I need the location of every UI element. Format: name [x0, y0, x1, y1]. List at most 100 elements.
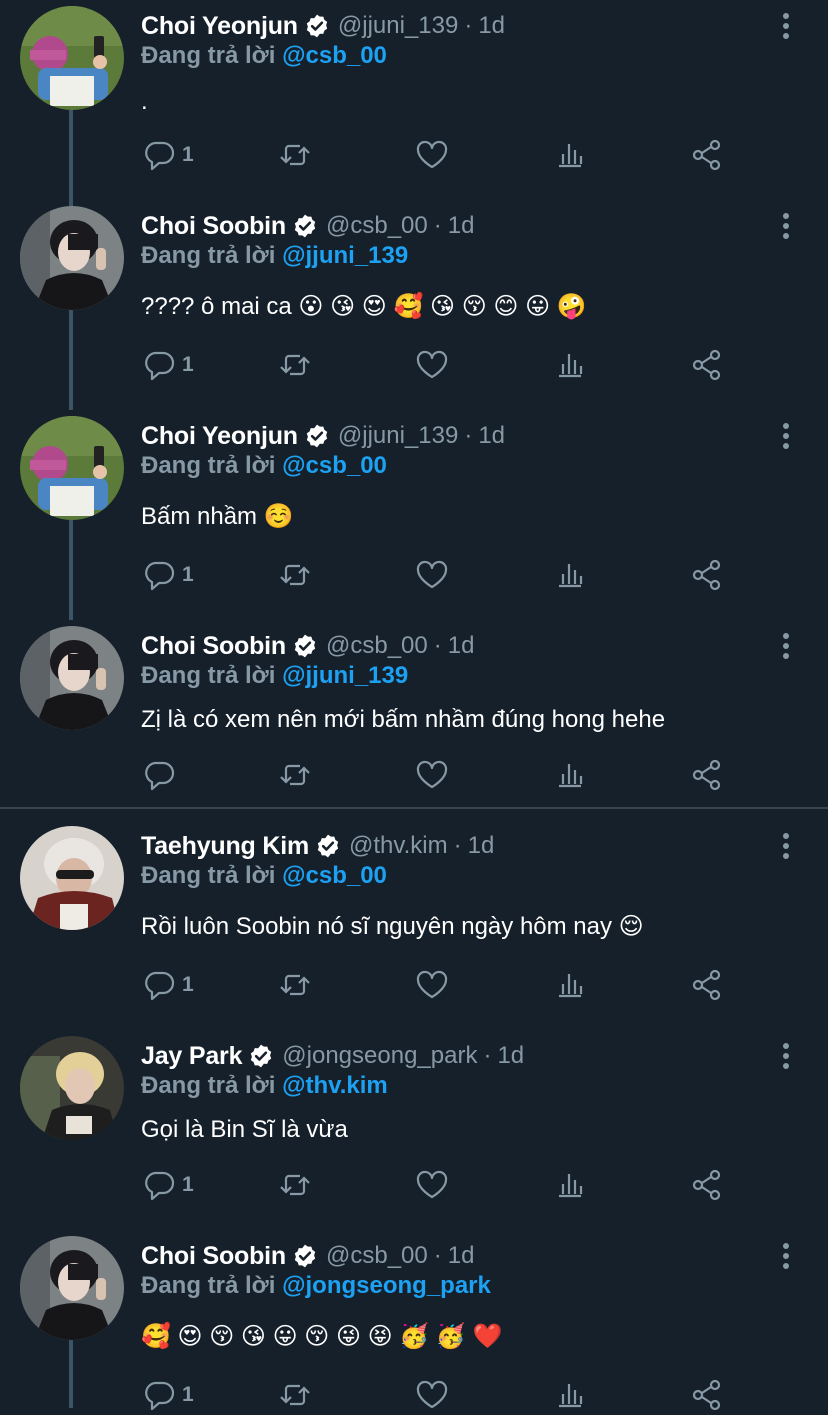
timestamp[interactable]: 1d [448, 632, 475, 660]
display-name[interactable]: Choi Yeonjun [141, 422, 298, 451]
analytics-button[interactable] [553, 135, 587, 175]
like-button[interactable] [415, 555, 449, 595]
reply-button[interactable]: 1 [142, 345, 194, 385]
tweet-text: 🥰 😍 😚 😘 😛 😚 😜 😝 🥳 🥳 ❤️ [141, 1323, 503, 1350]
retweet-button[interactable] [278, 555, 312, 595]
tweet[interactable]: Choi Yeonjun @jjuni_139 · 1d Đang trả lờ… [0, 410, 828, 620]
share-button[interactable] [690, 345, 724, 385]
reply-button[interactable]: 1 [142, 135, 194, 175]
tweet[interactable]: Choi Soobin @csb_00 · 1d Đang trả lời @j… [0, 200, 828, 410]
analytics-button[interactable] [553, 345, 587, 385]
reply-count: 1 [182, 353, 194, 376]
share-button[interactable] [690, 1165, 724, 1205]
handle[interactable]: @thv.kim [349, 832, 448, 860]
tweet[interactable]: Choi Yeonjun @jjuni_139 · 1d Đang trả lờ… [0, 0, 828, 210]
handle[interactable]: @jjuni_139 [338, 12, 458, 40]
share-button[interactable] [690, 965, 724, 1005]
display-name[interactable]: Choi Soobin [141, 1242, 286, 1271]
like-button[interactable] [415, 1375, 449, 1415]
analytics-button[interactable] [553, 555, 587, 595]
like-button[interactable] [415, 135, 449, 175]
reply-bubble-icon [142, 968, 176, 1002]
avatar[interactable] [20, 206, 124, 310]
reply-button[interactable] [142, 755, 182, 795]
more-vertical-icon[interactable] [774, 210, 798, 242]
handle[interactable]: @jongseong_park [282, 1042, 477, 1070]
retweet-button[interactable] [278, 1375, 312, 1415]
retweet-button[interactable] [278, 135, 312, 175]
share-icon [690, 348, 724, 382]
reply-mention-link[interactable]: @thv.kim [282, 1072, 388, 1099]
analytics-button[interactable] [553, 965, 587, 1005]
display-name[interactable]: Taehyung Kim [141, 832, 309, 861]
like-button[interactable] [415, 345, 449, 385]
reply-bubble-icon [142, 558, 176, 592]
timestamp[interactable]: 1d [448, 212, 475, 240]
share-button[interactable] [690, 755, 724, 795]
more-vertical-icon[interactable] [774, 1040, 798, 1072]
avatar[interactable] [20, 1236, 124, 1340]
display-name[interactable]: Choi Soobin [141, 632, 286, 661]
analytics-bars-icon [553, 348, 587, 382]
tweet-header: Choi Soobin @csb_00 · 1d [141, 210, 474, 242]
avatar[interactable] [20, 1036, 124, 1140]
dot-separator: · [464, 12, 473, 39]
timestamp[interactable]: 1d [468, 832, 495, 860]
verified-badge-icon [315, 833, 341, 859]
share-button[interactable] [690, 555, 724, 595]
retweet-button[interactable] [278, 345, 312, 385]
more-vertical-icon[interactable] [774, 1240, 798, 1272]
avatar[interactable] [20, 626, 124, 730]
reply-button[interactable]: 1 [142, 965, 194, 1005]
more-vertical-icon[interactable] [774, 830, 798, 862]
reply-mention-link[interactable]: @csb_00 [282, 452, 387, 479]
retweet-button[interactable] [278, 965, 312, 1005]
like-button[interactable] [415, 965, 449, 1005]
like-button[interactable] [415, 755, 449, 795]
reply-button[interactable]: 1 [142, 1375, 194, 1415]
retweet-icon [278, 1168, 312, 1202]
timestamp[interactable]: 1d [478, 12, 505, 40]
like-button[interactable] [415, 1165, 449, 1205]
display-name[interactable]: Jay Park [141, 1042, 242, 1071]
tweet[interactable]: Taehyung Kim @thv.kim · 1d Đang trả lời … [0, 820, 828, 1030]
more-vertical-icon[interactable] [774, 630, 798, 662]
retweet-button[interactable] [278, 755, 312, 795]
avatar[interactable] [20, 416, 124, 520]
timestamp[interactable]: 1d [497, 1042, 524, 1070]
more-vertical-icon[interactable] [774, 420, 798, 452]
tweet[interactable]: Jay Park @jongseong_park · 1d Đang trả l… [0, 1030, 828, 1230]
handle[interactable]: @csb_00 [326, 632, 428, 660]
replying-to: Đang trả lời @jjuni_139 [141, 662, 408, 690]
retweet-button[interactable] [278, 1165, 312, 1205]
avatar[interactable] [20, 6, 124, 110]
display-name[interactable]: Choi Soobin [141, 212, 286, 241]
tweet[interactable]: Choi Soobin @csb_00 · 1d Đang trả lời @j… [0, 1230, 828, 1411]
analytics-button[interactable] [553, 1375, 587, 1415]
more-vertical-icon[interactable] [774, 10, 798, 42]
reply-mention-link[interactable]: @jjuni_139 [282, 662, 408, 689]
timestamp[interactable]: 1d [448, 1242, 475, 1270]
heart-icon [415, 1378, 449, 1412]
analytics-button[interactable] [553, 755, 587, 795]
share-button[interactable] [690, 135, 724, 175]
reply-button[interactable]: 1 [142, 1165, 194, 1205]
display-name[interactable]: Choi Yeonjun [141, 12, 298, 41]
tweet-header: Choi Yeonjun @jjuni_139 · 1d [141, 10, 505, 42]
reply-mention-link[interactable]: @jjuni_139 [282, 242, 408, 269]
timestamp[interactable]: 1d [478, 422, 505, 450]
handle[interactable]: @csb_00 [326, 212, 428, 240]
handle[interactable]: @jjuni_139 [338, 422, 458, 450]
verified-badge-icon [248, 1043, 274, 1069]
reply-mention-link[interactable]: @jongseong_park [282, 1272, 491, 1299]
avatar[interactable] [20, 826, 124, 930]
tweet[interactable]: Choi Soobin @csb_00 · 1d Đang trả lời @j… [0, 620, 828, 808]
verified-badge-icon [304, 13, 330, 39]
replying-to: Đang trả lời @jjuni_139 [141, 242, 408, 270]
handle[interactable]: @csb_00 [326, 1242, 428, 1270]
reply-mention-link[interactable]: @csb_00 [282, 42, 387, 69]
reply-button[interactable]: 1 [142, 555, 194, 595]
analytics-button[interactable] [553, 1165, 587, 1205]
share-button[interactable] [690, 1375, 724, 1415]
reply-mention-link[interactable]: @csb_00 [282, 862, 387, 889]
